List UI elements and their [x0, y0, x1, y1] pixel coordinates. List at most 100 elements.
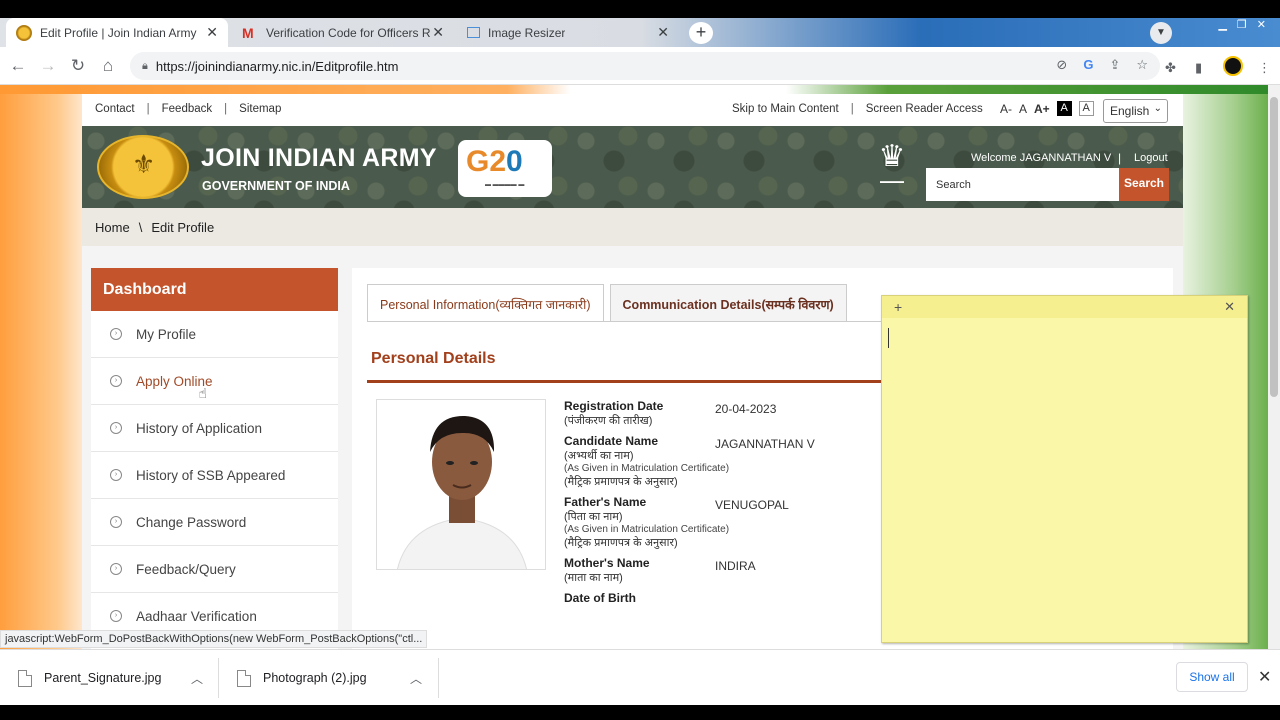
tab-personal-information[interactable]: Personal Information(व्यक्तिगत जानकारी) [367, 284, 604, 322]
gmail-icon: M [242, 24, 254, 41]
menu-item-label: My Profile [136, 326, 197, 342]
restore-icon[interactable]: ❐ [1237, 18, 1247, 34]
menu-item-label: Aadhaar Verification [136, 608, 257, 624]
feedback-link[interactable]: Feedback [162, 103, 213, 115]
menu-item-my-profile[interactable]: › My Profile [91, 311, 338, 358]
hand-cursor-icon: ☝ [198, 384, 208, 401]
separator: | [850, 103, 854, 115]
menu-item-history-of-ssb[interactable]: › History of SSB Appeared [91, 452, 338, 499]
window-close-icon[interactable]: ✕ [1257, 18, 1266, 34]
address-bar-row: ← → ↻ ⌂ 🔒︎ https://joinindianarmy.nic.in… [0, 47, 1280, 85]
lock-icon[interactable]: 🔒︎ [142, 60, 148, 73]
reload-icon[interactable]: ↻ [68, 56, 88, 76]
scrollbar-thumb[interactable] [1270, 97, 1278, 397]
bookmark-star-icon[interactable]: ☆ [1136, 57, 1148, 73]
candidate-photo-illustration [377, 400, 545, 569]
field-fathers-name: Father's Name (पिता का नाम) (As Given in… [564, 495, 884, 550]
blocked-popup-icon[interactable]: ⊘ [1056, 57, 1067, 73]
g20-logo: G20 ▬ ▬▬▬▬ ▬ [458, 140, 552, 197]
close-shelf-icon[interactable]: ✕ [1258, 667, 1271, 687]
field-date-of-birth: Date of Birth [564, 591, 884, 605]
field-candidate-name: Candidate Name (अभ्‍यर्थी का नाम) (As Gi… [564, 434, 884, 489]
menu-item-change-password[interactable]: › Change Password [91, 499, 338, 546]
site-search-input[interactable]: Search [926, 168, 1119, 201]
browser-tab-image-resizer[interactable]: Image Resizer ✕ [457, 18, 679, 47]
font-increase-button[interactable]: A+ [1034, 102, 1050, 116]
separator: | [146, 103, 150, 115]
font-normal-button[interactable]: A [1019, 102, 1027, 116]
sitemap-link[interactable]: Sitemap [239, 103, 281, 115]
breadcrumb: Home \ Edit Profile [82, 208, 1183, 246]
personal-details-heading: Personal Details [371, 350, 496, 367]
sticky-note-titlebar[interactable]: + ✕ [882, 296, 1247, 318]
download-item[interactable]: Photograph (2).jpg ︿ [237, 650, 427, 706]
sticky-note-window[interactable]: + ✕ [881, 295, 1248, 643]
browser-tab-edit-profile[interactable]: Edit Profile | Join Indian Army ✕ [6, 18, 228, 47]
side-panel-icon[interactable]: ▮ [1195, 60, 1202, 76]
tab-search-chevron-icon[interactable]: ▼ [1150, 22, 1172, 44]
chevron-up-icon[interactable]: ︿ [191, 670, 203, 687]
field-mothers-name: Mother's Name (माता का नाम) INDIRA [564, 556, 884, 585]
search-button[interactable]: Search [1119, 168, 1169, 201]
contact-link[interactable]: Contact [95, 103, 135, 115]
screen-reader-link[interactable]: Screen Reader Access [866, 103, 983, 115]
indian-army-logo[interactable]: ⚜ [97, 135, 189, 199]
show-all-downloads-button[interactable]: Show all [1176, 662, 1248, 692]
chevron-circle-icon: › [110, 328, 122, 340]
chevron-up-icon[interactable]: ︿ [410, 670, 422, 687]
download-item[interactable]: Parent_Signature.jpg ︿ [18, 650, 208, 706]
tab-title: Edit Profile | Join Indian Army [40, 25, 197, 40]
normal-contrast-button[interactable]: A [1078, 101, 1094, 116]
site-subtitle: GOVERNMENT OF INDIA [202, 179, 350, 193]
menu-kebab-icon[interactable]: ⋮ [1258, 60, 1271, 76]
browser-tab-strip: Edit Profile | Join Indian Army ✕ M Veri… [0, 0, 1280, 47]
google-icon[interactable]: G [1083, 57, 1093, 73]
breadcrumb-home-link[interactable]: Home [95, 220, 130, 235]
page-scrollbar[interactable] [1268, 85, 1280, 649]
site-header-banner: ⚜ JOIN INDIAN ARMY GOVERNMENT OF INDIA G… [82, 126, 1183, 208]
tab-title: Verification Code for Officers Reg [266, 25, 431, 40]
menu-item-feedback-query[interactable]: › Feedback/Query [91, 546, 338, 593]
image-resizer-icon [467, 27, 480, 38]
field-note: (As Given in Matriculation Certificate) [564, 524, 730, 535]
back-arrow-icon[interactable]: ← [8, 56, 28, 76]
close-tab-icon[interactable]: ✕ [206, 24, 218, 41]
heading-divider [367, 380, 883, 383]
file-icon [237, 669, 251, 687]
close-note-icon[interactable]: ✕ [1224, 299, 1235, 315]
field-note: (As Given in Matriculation Certificate) [564, 463, 730, 474]
language-value: English [1110, 104, 1150, 118]
home-icon[interactable]: ⌂ [98, 56, 118, 76]
utility-bar: Contact | Feedback | Sitemap Skip to Mai… [82, 94, 1183, 126]
profile-avatar[interactable] [1223, 56, 1243, 76]
menu-item-history-of-application[interactable]: › History of Application [91, 405, 338, 452]
minimize-icon[interactable]: ▁ [1218, 18, 1226, 34]
language-select[interactable]: English ⌄ [1103, 99, 1168, 123]
add-note-icon[interactable]: + [894, 299, 902, 315]
forward-arrow-icon[interactable]: → [38, 56, 58, 76]
font-decrease-button[interactable]: A- [1000, 102, 1012, 116]
tab-communication-details[interactable]: Communication Details(सम्पर्क विवरण) [609, 284, 847, 322]
separator: | [1118, 151, 1122, 165]
browser-tab-gmail[interactable]: M Verification Code for Officers Reg ✕ [232, 18, 454, 47]
download-shelf: Parent_Signature.jpg ︿ Photograph (2).jp… [0, 649, 1280, 705]
download-filename: Parent_Signature.jpg [44, 671, 162, 685]
dashboard-menu: Dashboard › My Profile › Apply Online ☝ › Hi… [91, 268, 338, 649]
new-tab-button[interactable]: + [689, 22, 713, 44]
menu-item-apply-online[interactable]: › Apply Online ☝ [91, 358, 338, 405]
field-label: Date of Birth [564, 591, 636, 605]
close-tab-icon[interactable]: ✕ [657, 24, 669, 41]
menu-item-label: Change Password [136, 514, 247, 530]
chevron-circle-icon: › [110, 516, 122, 528]
skip-to-main-link[interactable]: Skip to Main Content [732, 103, 839, 115]
high-contrast-button[interactable]: A [1056, 101, 1072, 116]
omnibox[interactable]: 🔒︎ https://joinindianarmy.nic.in/Editpro… [130, 52, 1160, 80]
extensions-puzzle-icon[interactable]: ✤ [1165, 60, 1176, 76]
logout-link[interactable]: Logout [1134, 152, 1168, 164]
close-tab-icon[interactable]: ✕ [432, 24, 444, 41]
share-icon[interactable]: ⇪ [1109, 57, 1120, 73]
url-text[interactable]: https://joinindianarmy.nic.in/Editprofil… [156, 59, 399, 74]
profile-tabs: Personal Information(व्यक्तिगत जानकारी) … [367, 284, 847, 322]
g20-logo-caption: ▬ ▬▬▬▬ ▬ [485, 182, 525, 188]
menu-item-label: Feedback/Query [136, 561, 236, 577]
